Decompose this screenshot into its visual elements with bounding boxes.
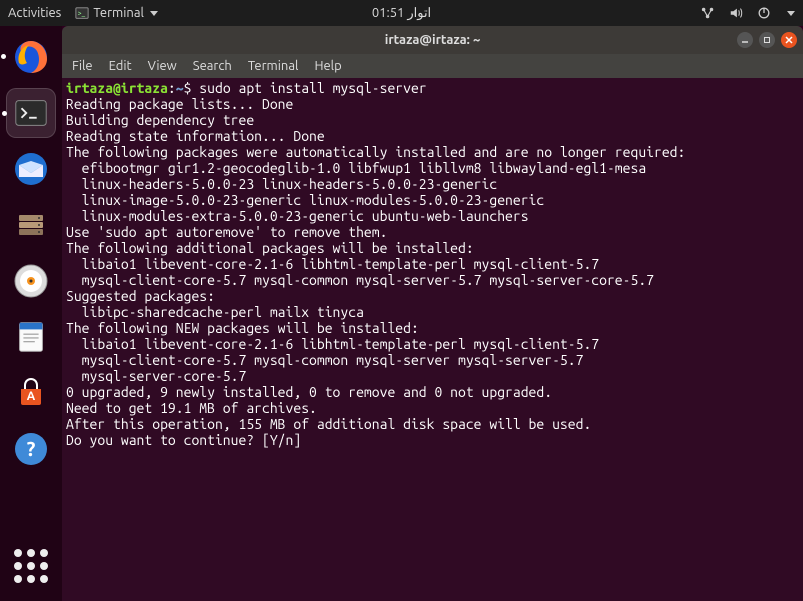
clock[interactable]: اتوار 01:51 — [372, 6, 431, 21]
svg-text:>_: >_ — [78, 10, 86, 18]
launcher-writer[interactable] — [6, 312, 56, 362]
terminal-menu-icon: >_ — [75, 6, 89, 20]
show-applications-button[interactable] — [6, 541, 56, 591]
window-maximize-button[interactable] — [759, 32, 775, 48]
app-menu-label: Terminal — [93, 6, 144, 20]
terminal-output-area[interactable]: irtaza@irtaza:~$ sudo apt install mysql-… — [62, 78, 803, 601]
launcher-software[interactable]: A — [6, 368, 56, 418]
menu-terminal[interactable]: Terminal — [248, 59, 299, 73]
chevron-down-icon — [150, 11, 158, 16]
terminal-window: irtaza@irtaza: ~ File Edit View Search T… — [62, 26, 803, 601]
ubuntu-dock: A ? — [0, 26, 62, 601]
launcher-firefox[interactable] — [6, 32, 56, 82]
clock-label: اتوار 01:51 — [372, 6, 431, 20]
window-title: irtaza@irtaza: ~ — [385, 33, 481, 47]
chevron-down-icon — [787, 11, 795, 16]
close-icon — [785, 36, 793, 44]
window-minimize-button[interactable] — [737, 32, 753, 48]
launcher-files[interactable] — [6, 200, 56, 250]
menu-search[interactable]: Search — [193, 59, 232, 73]
launcher-terminal[interactable] — [6, 88, 56, 138]
terminal-menubar: File Edit View Search Terminal Help — [62, 54, 803, 78]
maximize-icon — [763, 36, 771, 44]
menu-view[interactable]: View — [148, 59, 177, 73]
activities-label: Activities — [8, 6, 61, 20]
volume-icon — [729, 6, 743, 20]
svg-text:?: ? — [27, 437, 36, 460]
app-menu[interactable]: >_ Terminal — [75, 6, 158, 20]
network-icon — [701, 6, 715, 20]
launcher-help[interactable]: ? — [6, 424, 56, 474]
launcher-rhythmbox[interactable] — [6, 256, 56, 306]
activities-button[interactable]: Activities — [8, 6, 61, 20]
menu-help[interactable]: Help — [314, 59, 341, 73]
menu-edit[interactable]: Edit — [109, 59, 132, 73]
menu-file[interactable]: File — [72, 59, 93, 73]
power-icon — [757, 6, 771, 20]
svg-text:A: A — [27, 390, 36, 403]
gnome-top-panel: Activities >_ Terminal اتوار 01:51 — [0, 0, 803, 26]
minimize-icon — [741, 36, 749, 44]
system-status-area[interactable] — [701, 6, 795, 20]
window-titlebar[interactable]: irtaza@irtaza: ~ — [62, 26, 803, 54]
launcher-thunderbird[interactable] — [6, 144, 56, 194]
window-close-button[interactable] — [781, 32, 797, 48]
